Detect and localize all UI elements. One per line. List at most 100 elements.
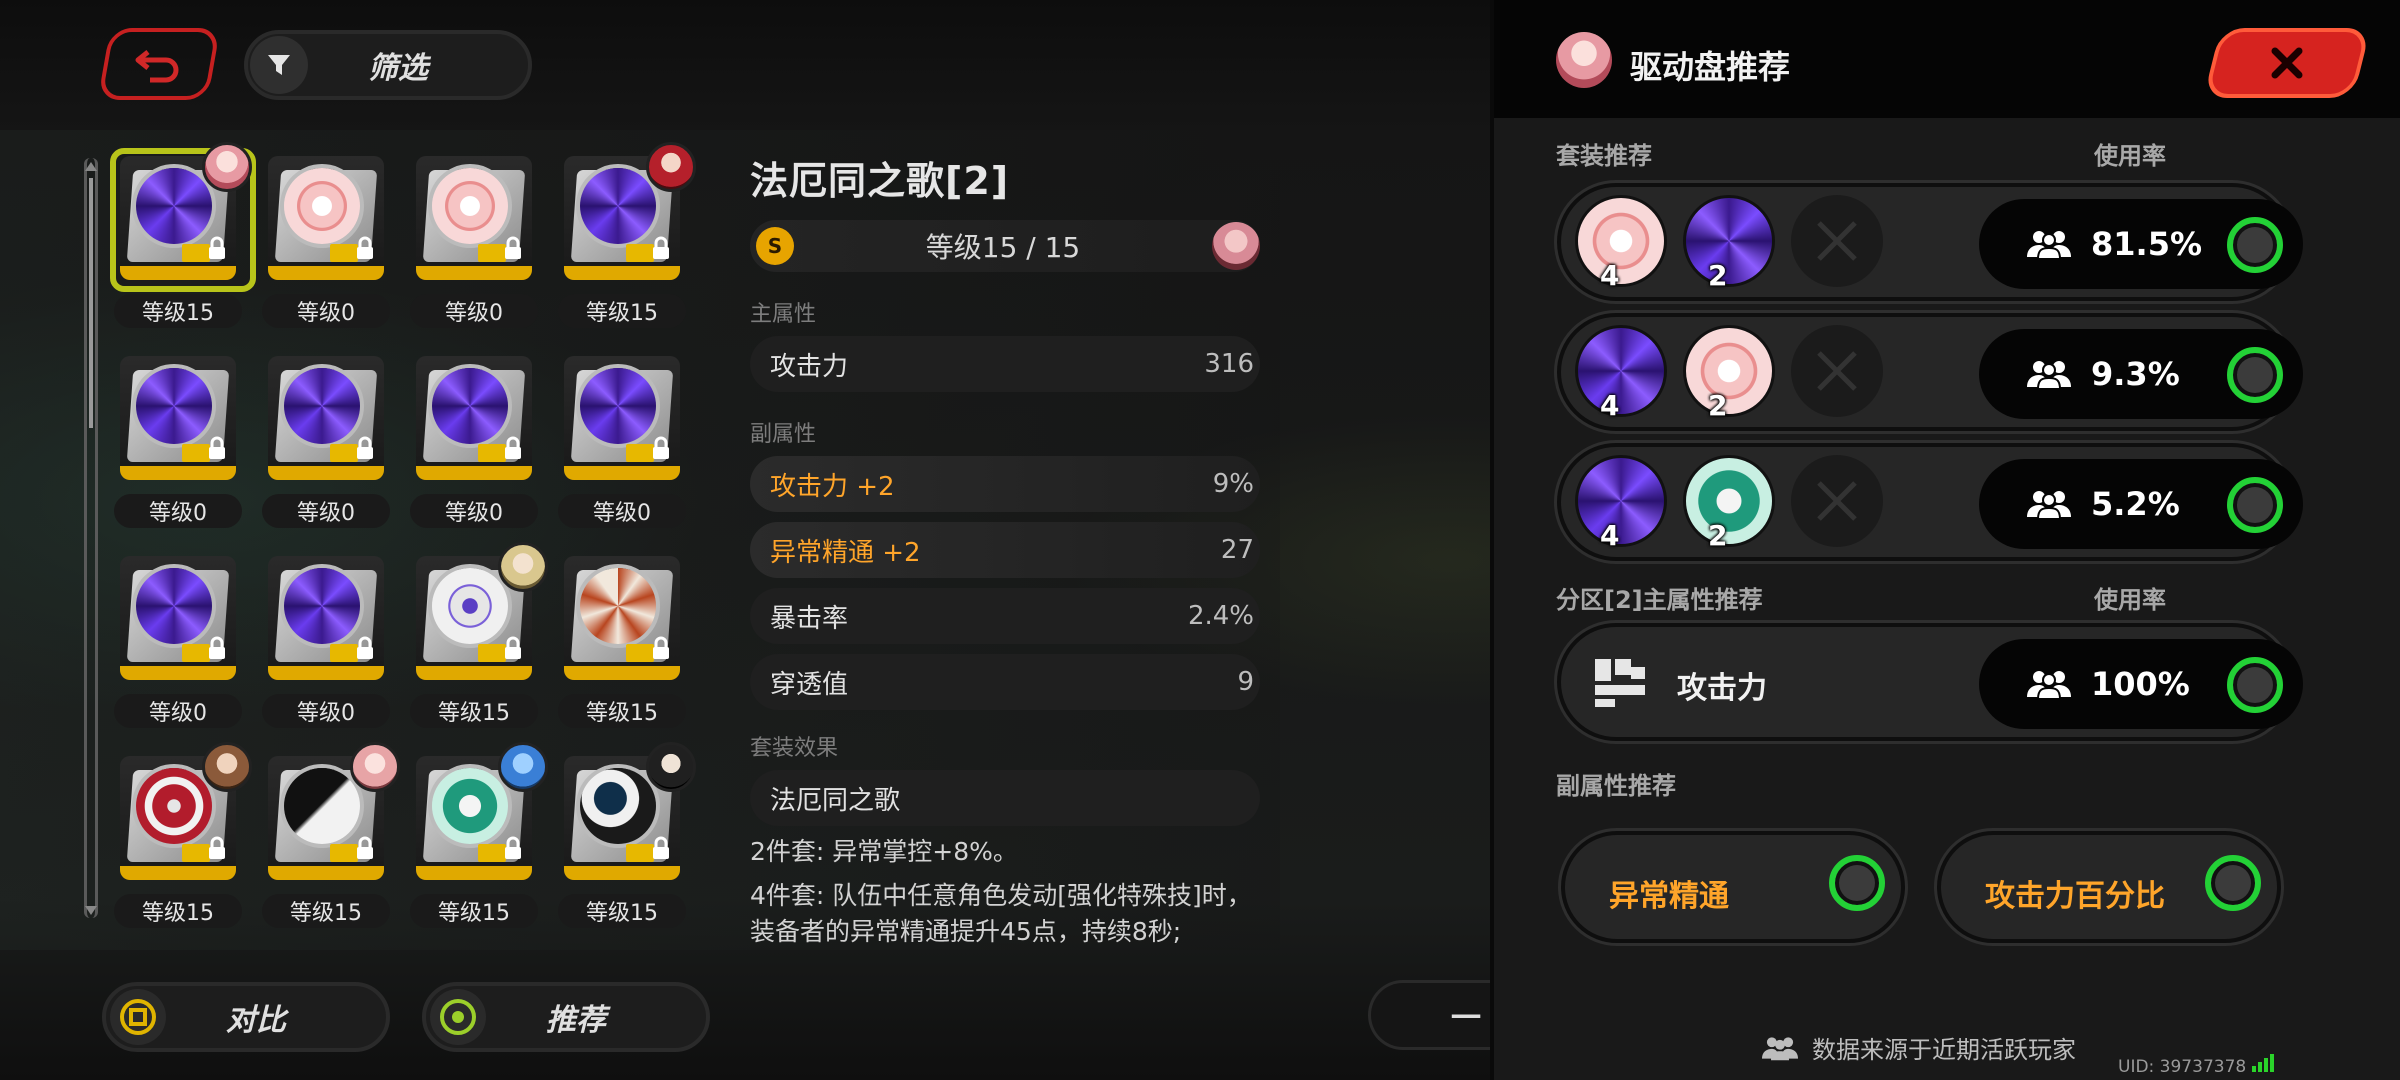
filter-button[interactable]: 筛选 [244,30,532,100]
back-button[interactable] [97,28,221,100]
disc-item[interactable]: 等级15 [556,550,686,730]
empty-slot-icon [1791,195,1883,287]
set-disc-icon: 2 [1683,195,1775,292]
scrollbar-thumb[interactable] [89,178,93,428]
select-toggle[interactable] [1829,855,1885,911]
select-toggle[interactable] [2205,855,2261,911]
disc-level: 等级15 [410,694,538,728]
lock-icon[interactable] [206,634,228,660]
set-disc-icon: 4 [1575,455,1667,552]
select-toggle[interactable] [2227,217,2283,273]
signal-icon [2252,1054,2276,1077]
scroll-down-arrow-icon[interactable] [85,906,97,915]
set-effect-2pc: 2件套: 异常掌控+8%。 [750,837,1018,866]
disc-item[interactable]: 等级0 [260,150,390,330]
equipped-agent-avatar[interactable] [1212,222,1260,270]
disc-list-scrollbar[interactable] [84,158,98,918]
lock-icon[interactable] [502,634,524,660]
main-stat-rate-pill: 100% [1979,639,2303,729]
set-recommend-row[interactable]: 4 2 9.3% [1554,310,2303,434]
empty-slot-icon [1791,325,1883,417]
disc-level: 等级0 [262,494,390,528]
scroll-up-arrow-icon[interactable] [85,162,97,171]
main-stat-rate-value: 100% [2091,665,2190,703]
lock-icon[interactable] [502,434,524,460]
disc-item[interactable]: 等级15 [110,142,256,330]
disc-level: 等级0 [410,494,538,528]
equipped-agent-avatar [646,742,696,792]
set-disc-icon: 4 [1575,195,1667,292]
lock-icon[interactable] [650,834,672,860]
disc-item[interactable]: 等级15 [556,142,696,330]
lock-icon[interactable] [206,834,228,860]
disc-item[interactable]: 等级15 [408,542,548,730]
disc-art-icon [432,768,508,844]
sub-stat-row: 异常精通 +2 27 [750,522,1260,578]
disc-card [268,156,384,280]
main-stat-recommend-label: 分区[2]主属性推荐 [1556,586,1763,614]
close-button[interactable] [2203,28,2371,98]
lock-icon[interactable] [354,834,376,860]
set-recommend-row[interactable]: 4 2 81.5% [1554,180,2303,304]
lock-icon[interactable] [206,234,228,260]
disc-item[interactable]: 等级15 [408,742,548,930]
lock-icon[interactable] [354,634,376,660]
sub-stat-recommend-1[interactable]: 异常精通 [1558,828,1908,946]
sub-stat-name: 攻击力 +2 [770,471,895,502]
recommend-button[interactable]: 推荐 [422,982,710,1052]
main-stat-recommend-row[interactable]: 攻击力 100% [1554,620,2303,744]
lock-icon[interactable] [650,634,672,660]
disc-level-bar: S 等级15 / 15 [750,220,1260,272]
sub-stat-row: 攻击力 +2 9% [750,456,1260,512]
sub-stat-section-label: 副属性 [750,422,817,447]
equipped-agent-avatar [498,742,548,792]
sub-stat-value: 27 [1220,535,1254,565]
disc-item[interactable]: 等级15 [112,742,252,930]
disc-item[interactable]: 等级0 [260,350,390,530]
sub-stat-value: 9 [1237,667,1254,697]
set-usage-label: 使用率 [2094,142,2166,170]
disc-item[interactable]: 等级15 [260,742,400,930]
lock-icon[interactable] [650,434,672,460]
disc-card [416,356,532,480]
main-stat-value: 316 [1204,349,1254,379]
drive-disc-recommend-panel: 驱动盘推荐 套装推荐 使用率 4 2 81.5% 4 2 9.3% 4 2 5.2% 分区[2]… [1490,0,2400,1080]
select-toggle[interactable] [2227,477,2283,533]
disc-card [268,556,384,680]
select-toggle[interactable] [2227,347,2283,403]
disc-item[interactable]: 等级0 [408,150,538,330]
lock-icon[interactable] [502,234,524,260]
set-recommend-row[interactable]: 4 2 5.2% [1554,440,2303,564]
lock-icon[interactable] [502,834,524,860]
disc-art-icon [136,768,212,844]
players-icon [1762,1036,1798,1060]
disc-item[interactable]: 等级0 [408,350,538,530]
disc-item[interactable]: 等级15 [556,742,696,930]
close-icon [2271,47,2303,79]
lock-icon[interactable] [354,434,376,460]
disc-item[interactable]: 等级0 [556,350,686,530]
lock-icon[interactable] [354,234,376,260]
disc-art-icon [284,368,360,444]
set-piece-count: 2 [1708,389,1728,422]
disc-art-icon [136,568,212,644]
disc-level: 等级0 [262,294,390,328]
sub-stat-recommend-2[interactable]: 攻击力百分比 [1934,828,2284,946]
sub-stat-value: 9% [1212,469,1254,499]
filter-icon [250,36,308,94]
disc-level: 等级15 [558,294,686,328]
select-toggle[interactable] [2227,657,2283,713]
disc-item[interactable]: 等级0 [112,550,242,730]
lock-icon[interactable] [650,234,672,260]
recommend-icon [430,989,486,1045]
disc-item[interactable]: 等级0 [112,350,242,530]
disc-card [120,356,236,480]
disc-card [416,156,532,280]
disc-level: 等级0 [114,494,242,528]
disc-item[interactable]: 等级0 [260,550,390,730]
sub-stat-row: 暴击率 2.4% [750,588,1260,644]
obscured-button[interactable]: 一 [1368,980,1508,1050]
disc-card [564,556,680,680]
compare-button[interactable]: 对比 [102,982,390,1052]
lock-icon[interactable] [206,434,228,460]
